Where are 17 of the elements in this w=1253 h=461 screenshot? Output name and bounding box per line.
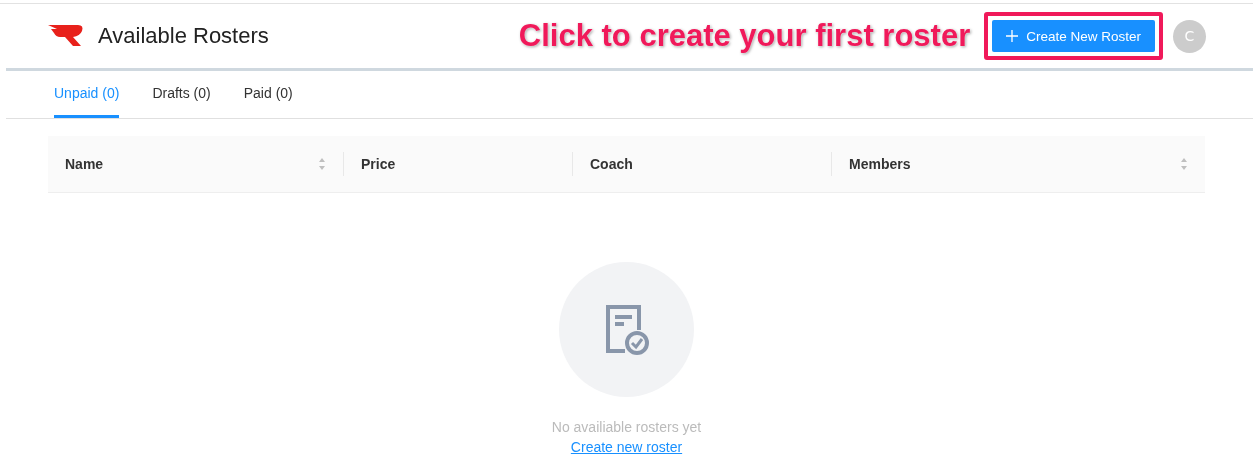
page-title: Available Rosters (98, 23, 269, 49)
logo-icon (48, 25, 84, 47)
sort-icon[interactable] (318, 157, 326, 171)
document-check-icon (604, 303, 649, 356)
column-header: Members (849, 156, 911, 172)
column-header: Price (361, 156, 396, 172)
tab[interactable]: Unpaid (0) (54, 71, 120, 118)
empty-message: No availiable rosters yet (551, 419, 702, 435)
plus-icon (1006, 30, 1019, 42)
annotation-label: Click to create your first roster (518, 18, 971, 54)
create-roster-button[interactable]: Create New Roster (992, 20, 1155, 52)
tab[interactable]: Paid (0) (243, 71, 293, 118)
column-header: Coach (590, 156, 633, 172)
tab[interactable]: Drafts (0) (152, 71, 211, 118)
create-roster-link[interactable]: Create new roster (570, 439, 683, 455)
column-header: Name (65, 156, 104, 172)
sort-icon[interactable] (1180, 157, 1188, 171)
